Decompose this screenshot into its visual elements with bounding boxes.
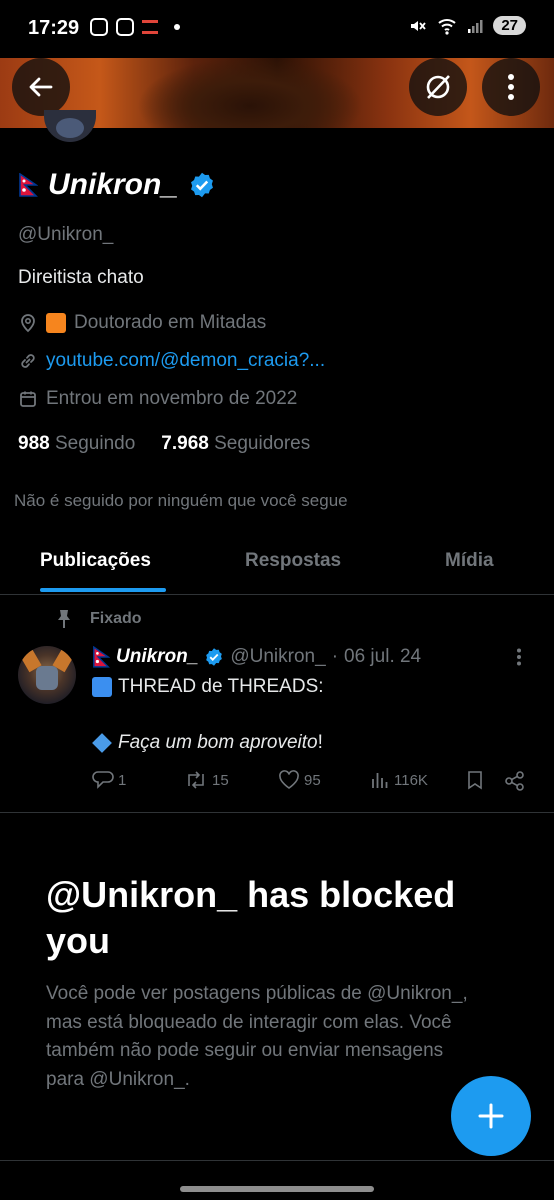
profile-website-link[interactable]: youtube.com/@demon_cracia?...: [46, 350, 325, 372]
profile-location: Doutorado em Mitadas: [18, 312, 266, 334]
views-chart-icon: [372, 773, 388, 788]
grok-icon: [426, 75, 450, 99]
profile-avatar[interactable]: [44, 110, 96, 142]
blue-square-emoji: [92, 677, 112, 697]
followers-count: 7.968: [161, 433, 209, 454]
more-options-button[interactable]: [482, 58, 540, 116]
followers-label: Seguidores: [214, 433, 311, 454]
active-tab-indicator: [40, 588, 166, 592]
bookmark-icon: [468, 771, 482, 790]
post-actions: 1 15 95 116K: [92, 770, 532, 794]
arrow-left-icon: [29, 77, 53, 97]
profile-joined: Entrou em novembro de 2022: [18, 388, 297, 410]
repost-button[interactable]: 15: [184, 770, 229, 790]
joined-text: Entrou em novembro de 2022: [46, 388, 298, 409]
post-more-button[interactable]: [516, 648, 522, 671]
plus-icon: [478, 1103, 504, 1129]
like-button[interactable]: 95: [278, 770, 321, 790]
reply-count: 1: [118, 771, 127, 789]
status-bar: 17:29 27: [0, 0, 554, 58]
views-button[interactable]: 116K: [370, 770, 428, 790]
bookmark-button[interactable]: [466, 770, 484, 790]
nepal-flag-icon: [19, 173, 38, 197]
post-date: 06 jul. 24: [344, 646, 422, 667]
verified-badge-icon: [206, 648, 223, 666]
blocked-title: @Unikron_ has blocked you: [46, 874, 456, 961]
location-pin-icon: [21, 314, 35, 333]
repost-count: 15: [212, 771, 229, 789]
repost-icon: [188, 771, 204, 789]
gesture-home-bar[interactable]: [180, 1186, 374, 1192]
profile-name-row: Unikron_: [18, 168, 216, 202]
profile-tabs: Publicações Respostas Mídia: [0, 530, 554, 595]
share-button[interactable]: [504, 770, 526, 792]
notification-icons: [90, 18, 180, 36]
location-text: Doutorado em Mitadas: [74, 312, 267, 333]
profile-link-row: youtube.com/@demon_cracia?...: [18, 350, 325, 372]
heart-icon: [279, 770, 299, 789]
follow-stats: 988 Seguindo 7.968 Seguidores: [18, 433, 310, 455]
battery-level: 27: [493, 16, 526, 35]
orange-square-emoji: [46, 313, 66, 333]
back-button[interactable]: [12, 58, 70, 116]
post-text-line-2: Faça um bom aproveito!: [92, 732, 323, 754]
mute-icon: [411, 20, 427, 31]
blue-diamond-emoji: [92, 733, 112, 753]
post-author-avatar[interactable]: [18, 646, 76, 704]
not-followed-notice: Não é seguido por ninguém que você segue: [14, 491, 348, 510]
post-divider: [0, 812, 554, 813]
profile-handle: @Unikron_: [18, 224, 114, 245]
followers-stat[interactable]: 7.968 Seguidores: [161, 433, 310, 455]
like-count: 95: [304, 771, 321, 789]
nepal-flag-icon: [93, 646, 110, 668]
link-icon: [21, 354, 35, 368]
tab-respostas[interactable]: Respostas: [245, 550, 341, 572]
blocked-message: Você pode ver postagens públicas de @Uni…: [46, 983, 468, 1090]
view-count: 116K: [394, 771, 428, 789]
instagram-icon: [90, 18, 108, 36]
post-line-2-end: !: [317, 732, 323, 753]
post-author-name[interactable]: Unikron_: [116, 646, 198, 668]
following-count: 988: [18, 433, 50, 454]
reply-icon: [92, 771, 114, 789]
post-separator: ·: [331, 646, 339, 667]
tab-publicacoes[interactable]: Publicações: [40, 550, 151, 572]
profile-bio: Direitista chato: [18, 267, 144, 288]
following-label: Seguindo: [54, 433, 136, 454]
reply-button[interactable]: 1: [92, 770, 126, 790]
more-vertical-icon: [517, 648, 521, 666]
verified-badge-icon[interactable]: [188, 171, 216, 199]
pin-icon: [58, 610, 70, 628]
bottom-divider: [0, 1160, 554, 1161]
app-notification-icon: [142, 20, 158, 34]
following-stat[interactable]: 988 Seguindo: [18, 433, 135, 455]
calendar-icon: [20, 391, 36, 407]
share-icon: [505, 771, 524, 791]
post-text-line-1: THREAD de THREADS:: [92, 676, 324, 698]
signal-icon: [468, 19, 483, 33]
more-vertical-icon: [508, 74, 514, 100]
more-notifications-dot: [174, 24, 180, 30]
tab-midia[interactable]: Mídia: [445, 550, 494, 572]
pinned-label-row: Fixado: [56, 609, 142, 629]
display-name: Unikron_: [48, 168, 179, 201]
compose-post-button[interactable]: [451, 1076, 531, 1156]
youtube-icon: [116, 18, 134, 36]
wifi-icon: [438, 18, 456, 35]
post-line-1-text: THREAD de THREADS:: [118, 676, 324, 697]
system-icons: 27: [409, 16, 526, 35]
pinned-label: Fixado: [90, 610, 142, 627]
post-line-2-italic: Faça um bom aproveito: [118, 732, 318, 753]
grok-button[interactable]: [409, 58, 467, 116]
status-time: 17:29: [28, 17, 80, 39]
post-author-handle[interactable]: @Unikron_: [230, 646, 325, 668]
post-header: Unikron_ @Unikron_ · 06 jul. 24: [92, 646, 421, 668]
